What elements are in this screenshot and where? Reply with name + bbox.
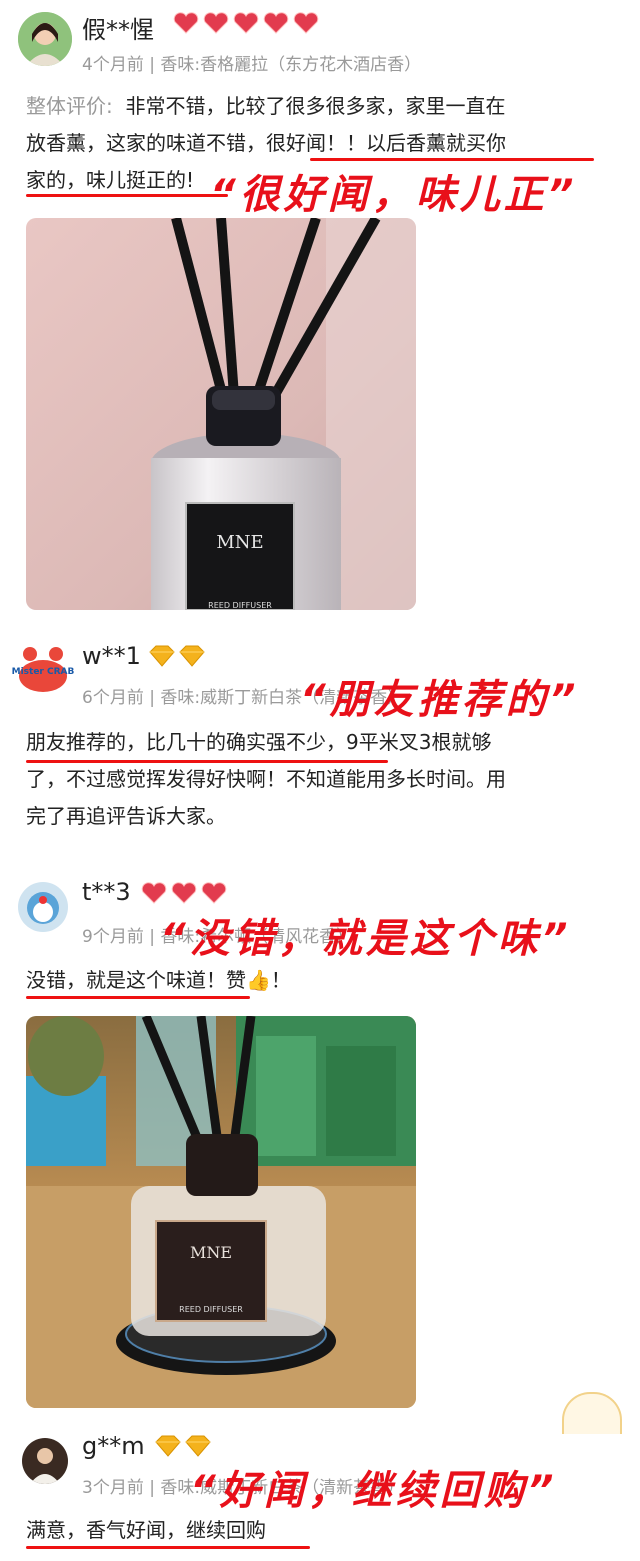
- avatar[interactable]: [18, 882, 68, 932]
- avatar-image: [18, 12, 72, 66]
- review-text: 朋友推荐的，比几十的确实强不少，9平米叉3根就够 了，不过感觉挥发得好快啊！不知…: [26, 724, 626, 835]
- diffuser-photo: MNE REED DIFFUSER: [26, 218, 416, 610]
- highlight-underline: [310, 158, 594, 161]
- heart-badge-icon: [233, 12, 259, 34]
- highlight-underline: [26, 1546, 310, 1549]
- heart-badge-icon: [263, 12, 289, 34]
- review-line: 了，不过感觉挥发得好快啊！不知道能用多长时间。用: [26, 767, 506, 791]
- diamond-badge-icon: [185, 1435, 211, 1457]
- diffuser-photo: MNE REED DIFFUSER: [26, 1016, 416, 1408]
- heart-badge-icon: [201, 882, 227, 904]
- review-line: 完了再追评告诉大家。: [26, 804, 226, 828]
- avatar[interactable]: Mister CRAB: [12, 640, 74, 702]
- badge-row: [140, 882, 228, 904]
- review-line-highlight: 满意，香气好闻，继续回购: [26, 1518, 266, 1542]
- avatar[interactable]: [18, 12, 72, 66]
- product-label: REED DIFFUSER: [179, 1305, 243, 1314]
- review-line: ！: [270, 968, 291, 992]
- review-meta: 4个月前 | 香味:香格麗拉（东方花木酒店香）: [82, 55, 422, 75]
- review-text: 没错，就是这个味道！赞👍！: [26, 962, 626, 999]
- badge-row: [172, 12, 320, 34]
- review-photo[interactable]: MNE REED DIFFUSER: [26, 1016, 416, 1408]
- diamond-badge-icon: [149, 645, 175, 667]
- heart-badge-icon: [293, 12, 319, 34]
- review-text: 满意，香气好闻，继续回购: [26, 1512, 626, 1549]
- review-line: 赞: [226, 968, 246, 992]
- heart-badge-icon: [173, 12, 199, 34]
- callout-text: “朋友推荐的”: [300, 677, 580, 723]
- review-label: 整体评价:: [26, 94, 113, 118]
- review-line: 放香薰，这家的味道不错，: [26, 131, 266, 155]
- username: t**3: [82, 878, 131, 906]
- badge-row: [148, 645, 206, 667]
- review-line-highlight: 朋友推荐的，比几十的确实强不少，: [26, 730, 346, 754]
- username: g**m: [82, 1432, 145, 1460]
- review-line-highlight: 没错，就是这个味道！: [26, 968, 226, 992]
- avatar[interactable]: [22, 1438, 68, 1484]
- thumbs-up-icon: 👍: [246, 968, 271, 992]
- highlight-underline: [26, 760, 388, 763]
- floating-action-button[interactable]: [562, 1392, 622, 1434]
- heart-badge-icon: [171, 882, 197, 904]
- callout-text: “没错，就是这个味”: [160, 916, 572, 962]
- avatar-image: Mister CRAB: [12, 640, 74, 702]
- badge-row: [154, 1435, 212, 1457]
- avatar-image: [18, 882, 68, 932]
- avatar-text: Mister CRAB: [12, 667, 74, 677]
- review-line-highlight: 家的，味儿挺正的!: [26, 168, 195, 192]
- username: w**1: [82, 642, 141, 670]
- callout-text: “很好闻，味儿正”: [210, 172, 578, 218]
- heart-badge-icon: [141, 882, 167, 904]
- callout-text: “好闻，继续回购”: [190, 1468, 558, 1514]
- highlight-underline: [26, 194, 228, 197]
- review-line: 非常不错，比较了很多很多家，家里一直在: [125, 94, 506, 118]
- avatar-image: [22, 1438, 68, 1484]
- diamond-badge-icon: [155, 1435, 181, 1457]
- brand-label: MNE: [190, 1243, 232, 1262]
- heart-badge-icon: [203, 12, 229, 34]
- product-label: REED DIFFUSER: [208, 601, 272, 610]
- highlight-underline: [26, 996, 250, 999]
- brand-label: MNE: [216, 532, 263, 553]
- review-photo[interactable]: MNE REED DIFFUSER: [26, 218, 416, 610]
- review-line-highlight: 很好闻！！以后香薰就买你: [266, 131, 506, 155]
- review-line: 9平米叉3根就够: [346, 730, 492, 754]
- username: 假**惺: [82, 16, 154, 44]
- diamond-badge-icon: [179, 645, 205, 667]
